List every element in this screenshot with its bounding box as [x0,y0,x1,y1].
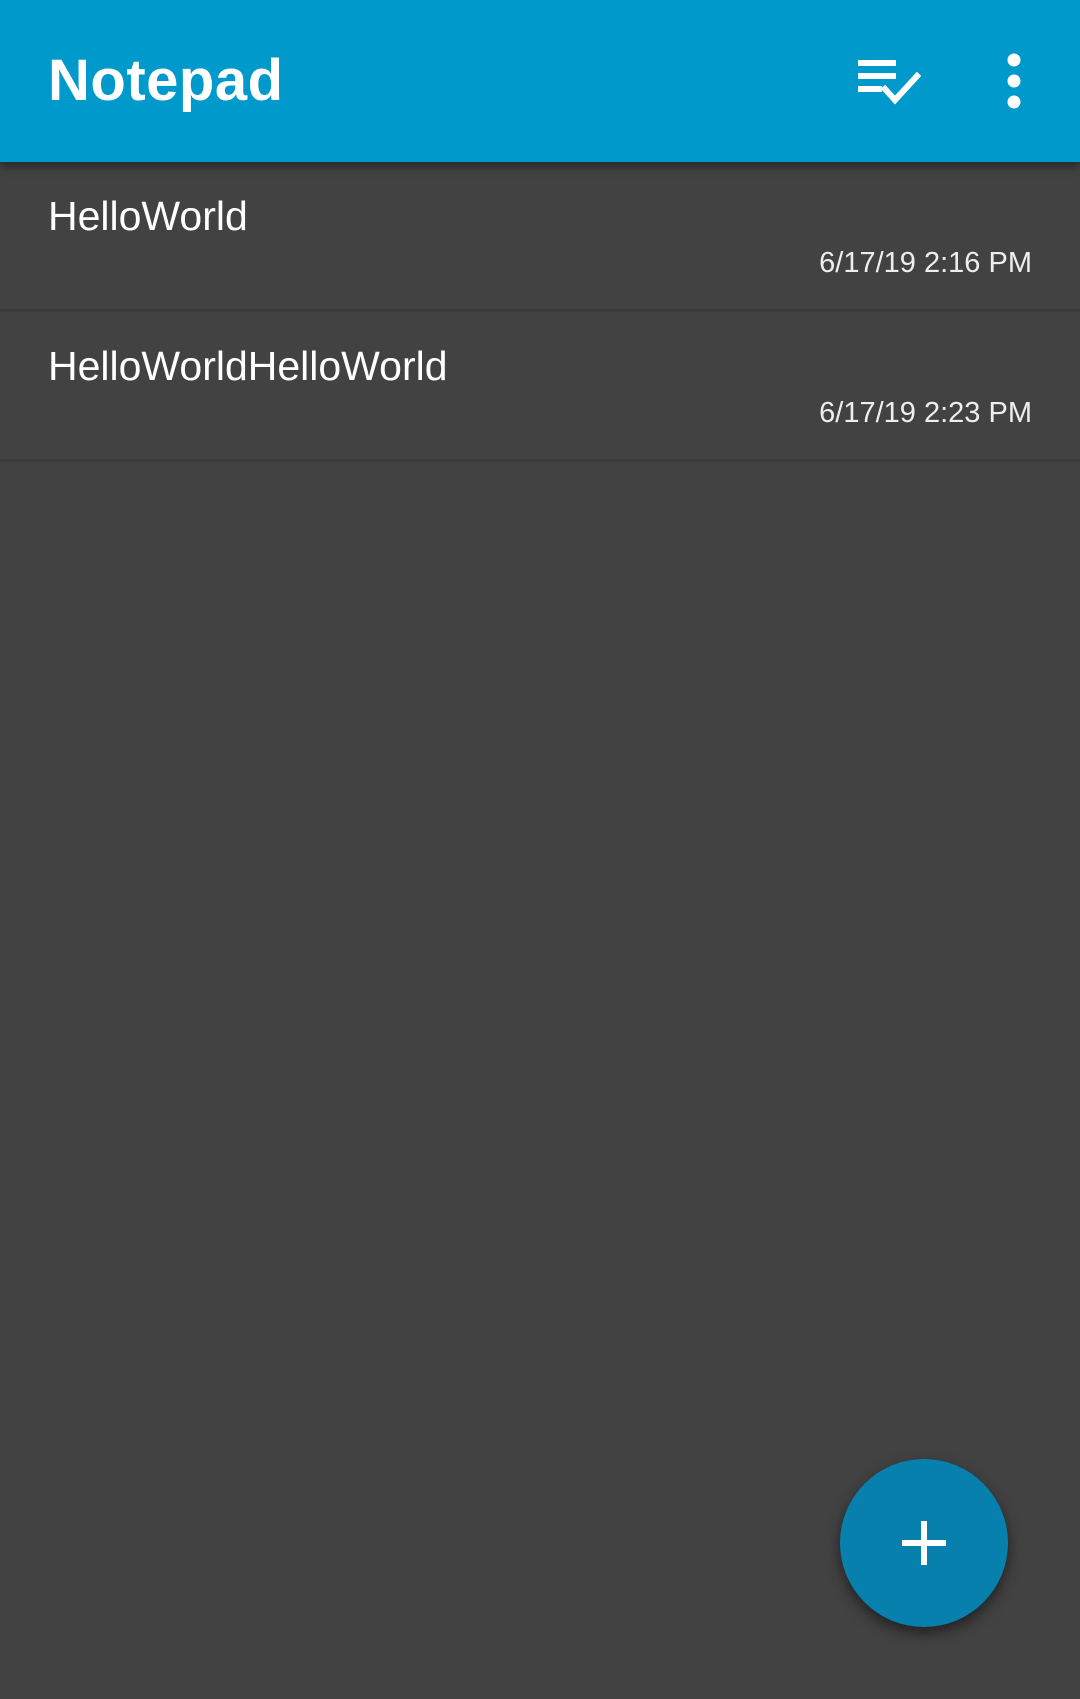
more-vertical-icon [1007,53,1021,109]
note-list-item[interactable]: HelloWorldHelloWorld 6/17/19 2:23 PM [0,312,1080,462]
note-list: HelloWorld 6/17/19 2:16 PM HelloWorldHel… [0,162,1080,462]
overflow-menu-button[interactable] [966,33,1062,129]
app-root: Notepad HelloWorld 6/17/19 2:16 PM Hello… [0,0,1080,1699]
note-title: HelloWorld [48,193,248,239]
app-title: Notepad [48,48,284,113]
app-bar: Notepad [0,0,1080,162]
note-list-item[interactable]: HelloWorld 6/17/19 2:16 PM [0,162,1080,312]
playlist-check-icon [858,60,921,105]
note-title: HelloWorldHelloWorld [48,343,448,389]
plus-icon [902,1521,946,1565]
select-notes-button[interactable] [840,33,936,129]
note-date: 6/17/19 2:23 PM [819,397,1032,429]
note-date: 6/17/19 2:16 PM [819,247,1032,279]
add-note-button[interactable] [840,1459,1008,1627]
